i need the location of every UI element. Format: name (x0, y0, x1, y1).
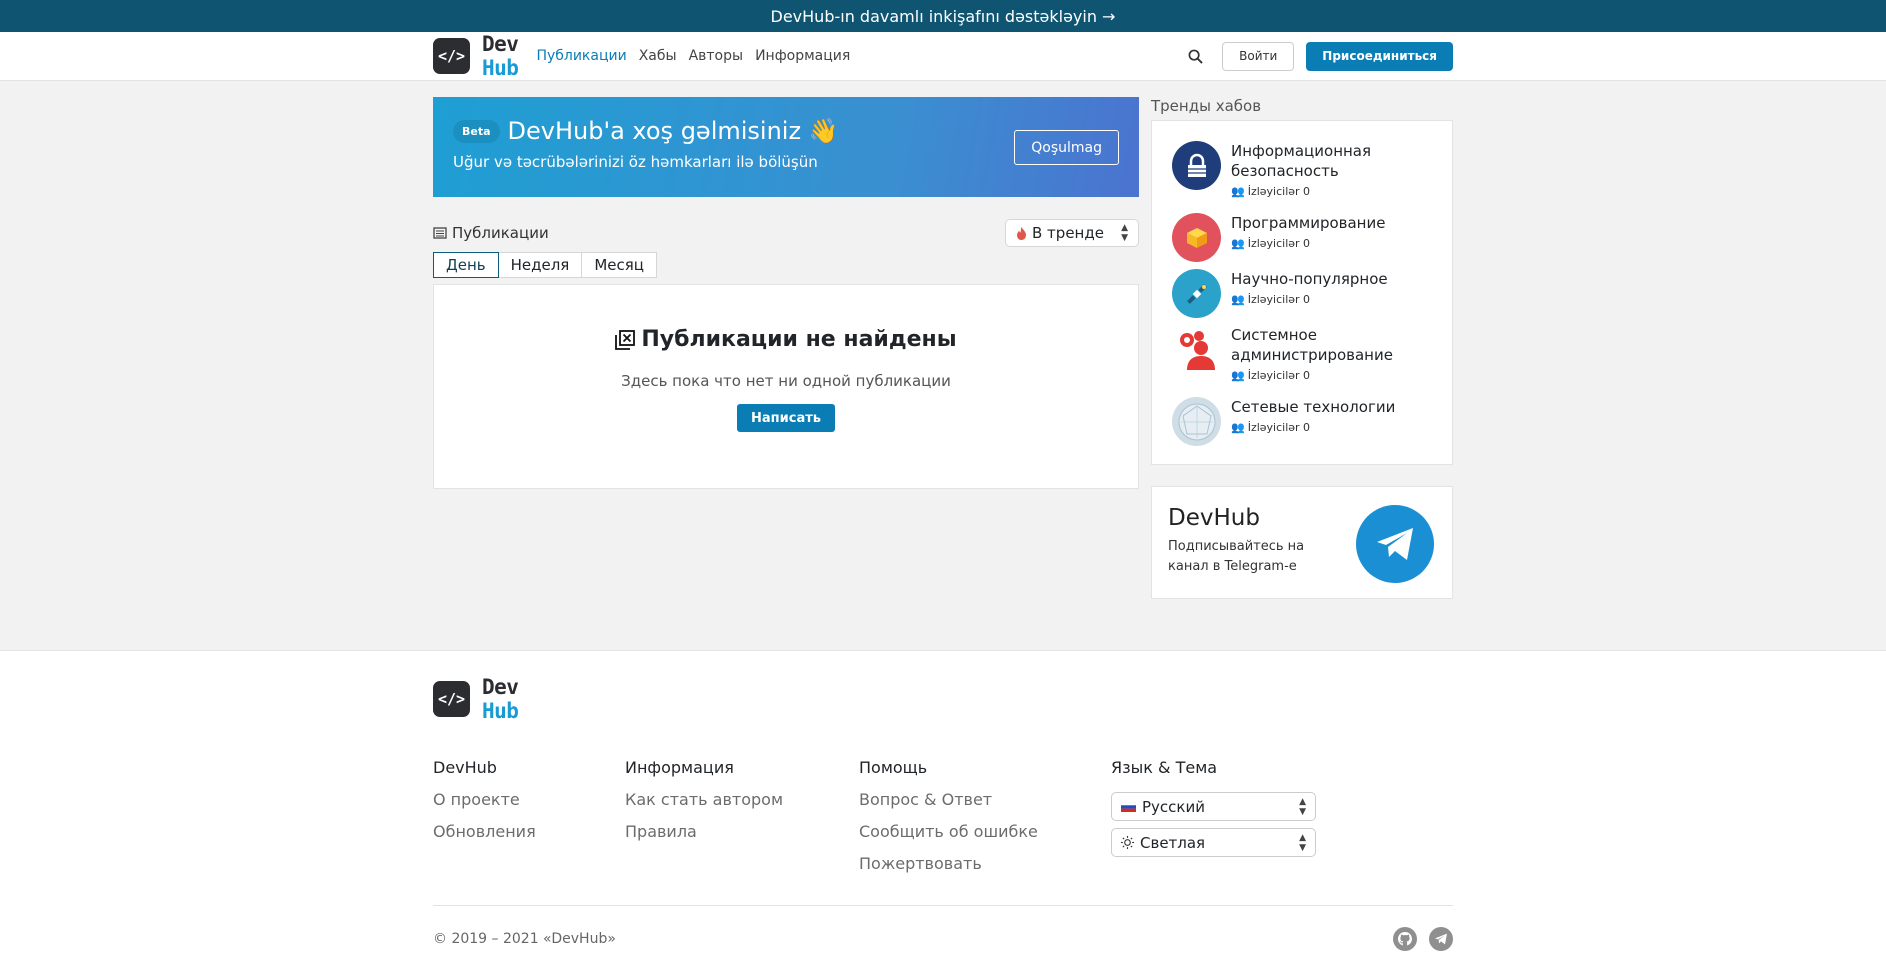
search-icon[interactable] (1180, 41, 1210, 71)
hub-item[interactable]: Сетевые технологии 👥 İzləyicilər 0 (1172, 397, 1432, 453)
hub-item[interactable]: Информационная безопасность 👥 İzləyicilər… (1172, 141, 1432, 213)
hub-followers: 👥 İzləyicilər 0 (1231, 185, 1311, 198)
footer-col-title: Информация (625, 758, 734, 777)
nav-links: Публикации Хабы Авторы Информация (536, 48, 850, 64)
footer-link-report-bug[interactable]: Сообщить об ошибке (859, 822, 1038, 842)
footer-col-help: Помощь Вопрос & Ответ Сообщить об ошибке… (859, 758, 1038, 874)
empty-state: Публикации не найдены Здесь пока что нет… (433, 284, 1139, 489)
no-posts-icon (615, 329, 636, 350)
select-arrows-icon: ▲ ▼ (1299, 796, 1306, 817)
satellite-icon (1172, 269, 1221, 318)
footer-link-rules[interactable]: Правила (625, 822, 783, 842)
footer-logo[interactable]: </> Dev Hub (433, 675, 1453, 723)
footer-link-about[interactable]: О проекте (433, 790, 536, 810)
footer-link-donate[interactable]: Пожертвовать (859, 854, 1038, 874)
footer-col-title: DevHub (433, 758, 497, 777)
sun-icon (1121, 836, 1134, 849)
hub-followers: 👥 İzləyicilər 0 (1231, 369, 1311, 382)
top-nav: </> Dev Hub Публикации Хабы Авторы Информ… (0, 32, 1886, 81)
footer-link-updates[interactable]: Обновления (433, 822, 536, 842)
network-icon (1172, 397, 1221, 446)
followers-icon: 👥 (1231, 369, 1245, 382)
hub-item[interactable]: Программирование 👥 İzləyicilər 0 (1172, 213, 1432, 269)
hub-followers: 👥 İzləyicilər 0 (1231, 293, 1311, 306)
login-button[interactable]: Войти (1222, 41, 1295, 71)
footer-link-faq[interactable]: Вопрос & Ответ (859, 790, 1038, 810)
hub-name: Системное администрирование (1231, 326, 1393, 364)
telegram-social-icon[interactable] (1429, 927, 1453, 951)
copyright: © 2019 – 2021 «DevHub» (433, 931, 616, 947)
empty-text: Здесь пока что нет ни одной публикации (621, 372, 951, 390)
followers-icon: 👥 (1231, 293, 1245, 306)
logo-icon: </> (433, 38, 470, 74)
tab-week[interactable]: Неделя (497, 252, 583, 278)
select-arrows-icon: ▲ ▼ (1121, 223, 1128, 243)
hub-name: Научно-популярное (1231, 270, 1388, 288)
tab-month[interactable]: Месяц (581, 252, 657, 278)
footer-col-info: Информация Как стать автором Правила (625, 758, 783, 842)
hub-followers: 👥 İzləyicilər 0 (1231, 237, 1311, 250)
language-select[interactable]: Русский ▲ ▼ (1111, 792, 1316, 821)
telegram-card[interactable]: DevHub Подписывайтесь на канал в Telegra… (1151, 486, 1453, 599)
followers-icon: 👥 (1231, 237, 1245, 250)
hub-item[interactable]: Системное администрирование 👥 İzləyicilər… (1172, 325, 1432, 397)
logo-icon: </> (433, 681, 470, 717)
sort-select[interactable]: В тренде ▲ ▼ (1005, 219, 1139, 247)
nav-item-publications[interactable]: Публикации (536, 48, 626, 64)
beta-badge: Beta (453, 119, 500, 143)
support-banner[interactable]: DevHub-ın davamlı inkişafını dəstəkləyin… (0, 0, 1886, 32)
hub-item[interactable]: Научно-популярное 👥 İzləyicilər 0 (1172, 269, 1432, 325)
footer-col-title: Помощь (859, 758, 928, 777)
admin-gears-icon (1172, 325, 1221, 374)
lock-icon (1172, 141, 1221, 190)
newspaper-icon (433, 227, 447, 239)
logo-text: Dev Hub (482, 32, 519, 80)
footer-link-become-author[interactable]: Как стать автором (625, 790, 783, 810)
github-icon[interactable] (1393, 927, 1417, 951)
cube-icon (1172, 213, 1221, 262)
trending-hubs-title: Тренды хабов (1151, 97, 1262, 115)
write-button[interactable]: Написать (737, 404, 835, 432)
publications-heading: Публикации (433, 224, 549, 242)
support-banner-text: DevHub-ın davamlı inkişafını dəstəkləyin… (770, 6, 1116, 26)
join-button[interactable]: Присоединиться (1306, 41, 1453, 71)
hub-name: Сетевые технологии (1231, 398, 1396, 416)
nav-item-hubs[interactable]: Хабы (639, 48, 677, 64)
hub-followers: 👥 İzləyicilər 0 (1231, 421, 1311, 434)
hub-name: Программирование (1231, 214, 1386, 232)
followers-icon: 👥 (1231, 185, 1245, 198)
tab-day[interactable]: День (433, 252, 499, 278)
fire-icon (1017, 226, 1026, 240)
footer: </> Dev Hub DevHub О проекте Обновления И… (0, 650, 1886, 964)
select-arrows-icon: ▲ ▼ (1299, 832, 1306, 853)
theme-select[interactable]: Светлая ▲ ▼ (1111, 828, 1316, 857)
telegram-text: Подписывайтесь на канал в Telegram-е (1168, 539, 1305, 574)
nav-item-authors[interactable]: Авторы (689, 48, 744, 64)
trending-hubs-list: Информационная безопасность 👥 İzləyicilər… (1151, 120, 1453, 465)
footer-col-title: Язык & Тема (1111, 758, 1218, 777)
russia-flag-icon (1121, 801, 1136, 812)
followers-icon: 👥 (1231, 421, 1245, 434)
logo-text: Dev Hub (482, 675, 519, 723)
hub-name: Информационная безопасность (1231, 142, 1372, 180)
nav-item-info[interactable]: Информация (755, 48, 850, 64)
hero-title: DevHub'a xoş gəlmisiniz 👋 (507, 117, 839, 145)
hero-join-button[interactable]: Qoşulmag (1014, 130, 1119, 165)
logo[interactable]: </> Dev Hub (433, 32, 519, 80)
welcome-hero: Beta DevHub'a xoş gəlmisiniz 👋 Uğur və t… (433, 97, 1139, 197)
footer-col-devhub: DevHub О проекте Обновления (433, 758, 536, 842)
period-tabs: День Неделя Месяц (433, 252, 1139, 278)
footer-col-lang-theme: Язык & Тема Русский ▲ ▼ Светлая ▲ ▼ (1111, 758, 1316, 857)
telegram-icon[interactable] (1356, 505, 1434, 583)
